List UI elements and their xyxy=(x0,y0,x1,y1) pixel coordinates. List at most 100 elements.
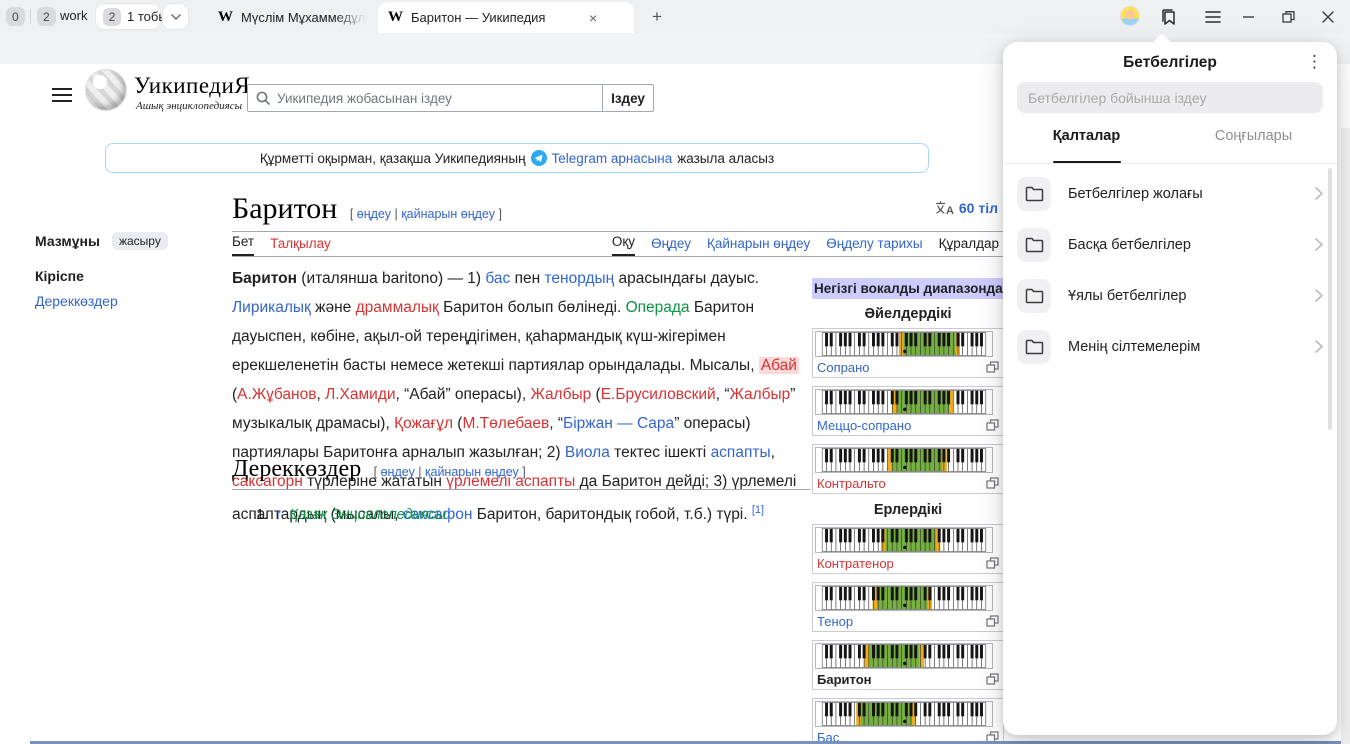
link-blue[interactable]: Біржан — Сара xyxy=(563,415,674,432)
link-red[interactable]: А.Жұбанов xyxy=(237,386,316,403)
toc-item-дереккөздер[interactable]: Дереккөздер xyxy=(35,293,205,309)
profile-avatar[interactable] xyxy=(1120,6,1140,26)
tab-group-zero[interactable]: 0 xyxy=(6,7,25,26)
bookmarks-folder-row[interactable]: Бетбелгілер жолағы xyxy=(1003,168,1337,219)
text-segment: Баритон, баритондық гобой, т.б.) түрі. xyxy=(472,506,751,523)
vocal-range-keyboard xyxy=(815,701,993,727)
wikipedia-globe-logo[interactable] xyxy=(86,70,126,110)
article-tab-құралдар[interactable]: Құралдар xyxy=(939,236,1012,256)
vocal-range-keyboard xyxy=(815,331,993,357)
wikipedia-wordmark[interactable]: УикипедиЯ xyxy=(134,73,250,99)
wiki-search-box[interactable] xyxy=(247,84,603,112)
section-edit-links: [ өңдеу | қайнарын өңдеу ] xyxy=(374,465,526,479)
bookmarks-toolbar-button[interactable] xyxy=(1158,6,1180,28)
popup-kebab-menu-icon[interactable]: ⋮ xyxy=(1306,52,1323,72)
browser-menu-button[interactable] xyxy=(1202,6,1224,28)
tab-group-active[interactable]: 2 1 тобы xyxy=(96,4,160,29)
folder-icon-box xyxy=(1017,279,1051,313)
toc-item-кіріспе[interactable]: Кіріспе xyxy=(35,268,205,284)
wiki-search-input[interactable] xyxy=(277,91,594,106)
article-tab-бет[interactable]: Бет xyxy=(232,234,254,256)
article-tab-талқылау[interactable]: Талқылау xyxy=(270,236,331,256)
voice-range-box: Меццо-сопрано xyxy=(812,386,1004,436)
voice-caption-row: Сопрано xyxy=(815,357,1001,375)
article-tab-өңделу-тарихы[interactable]: Өңделу тарихы xyxy=(826,236,922,256)
edit-link[interactable]: қайнарын өңдеу xyxy=(401,207,495,221)
folder-icon-box xyxy=(1017,330,1051,364)
enlarge-icon[interactable] xyxy=(986,477,999,489)
folder-icon xyxy=(1025,237,1044,253)
folder-icon-box xyxy=(1017,228,1051,262)
article-tabs-row: Бет Талқылау Оқу Өңдеу Қайнарын өңдеу Өңделу… xyxy=(232,233,1012,257)
toc-hide-button[interactable]: жасыру xyxy=(112,232,168,250)
article-tab-өңдеу[interactable]: Өңдеу xyxy=(651,236,691,256)
tab-group-work-label[interactable]: work xyxy=(60,8,87,23)
bookmarks-tab-қалталар[interactable]: Қалталар xyxy=(1003,128,1170,161)
bookmarks-folder-row[interactable]: Менің сілтемелерім xyxy=(1003,321,1337,372)
link-red[interactable]: Е.Брусиловский xyxy=(601,386,716,403)
text-segment: арасындағы дауыс. xyxy=(614,270,759,287)
enlarge-icon[interactable] xyxy=(986,419,999,431)
tab-muslim-mukhamedqyzy[interactable]: W Мүслім Мұхаммедұлы Ма xyxy=(208,2,376,33)
vocal-range-keyboard xyxy=(815,447,993,473)
bracket: [ xyxy=(350,207,357,221)
link-blue[interactable]: тенордың xyxy=(545,270,615,287)
voice-label-контральто[interactable]: Контральто xyxy=(817,476,886,491)
edit-link[interactable]: қайнарын өңдеу xyxy=(425,465,519,479)
reference-backlink-arrow[interactable]: ↑ xyxy=(272,507,285,523)
voice-caption-row: Баритон xyxy=(815,669,1001,687)
telegram-icon xyxy=(531,150,547,166)
tab-group-work-badge[interactable]: 2 xyxy=(37,7,56,26)
link-blue[interactable]: Лирикалық xyxy=(232,299,311,316)
bookmarks-folder-row[interactable]: Басқа бетбелгілер xyxy=(1003,219,1337,270)
link-red[interactable]: драммалық xyxy=(356,299,439,316)
tab-group-badge: 2 xyxy=(103,8,121,26)
pipe: | xyxy=(415,465,425,479)
language-selector-button[interactable]: A 60 тіл xyxy=(935,200,1012,216)
link-blue[interactable]: бас xyxy=(485,270,510,287)
page-scrollbar[interactable] xyxy=(1341,128,1350,744)
reference-link[interactable]: Қазақ Энциклопедиясы xyxy=(289,507,446,523)
link-red[interactable]: Жалбыр xyxy=(530,386,591,403)
bookmarks-search-input[interactable] xyxy=(1017,82,1323,113)
voice-range-box: Контратенор xyxy=(812,524,1004,574)
voice-label-тенор[interactable]: Тенор xyxy=(817,614,853,629)
popup-scrollbar-thumb[interactable] xyxy=(1328,168,1332,430)
wiki-search-button[interactable]: Іздеу xyxy=(602,84,654,112)
new-tab-button[interactable]: + xyxy=(646,6,668,28)
vocal-ranges-infobox: Негізгі вокалды диапазондар ӘйелдердікіС… xyxy=(812,278,1004,744)
enlarge-icon[interactable] xyxy=(986,361,999,373)
article-tab-қайнарын-өңдеу[interactable]: Қайнарын өңдеу xyxy=(707,236,810,256)
enlarge-icon[interactable] xyxy=(986,673,999,685)
link-redhl[interactable]: Абай xyxy=(759,357,799,374)
link-green[interactable]: Операда xyxy=(626,299,690,316)
telegram-channel-link[interactable]: Telegram арнасына xyxy=(552,151,673,166)
folder-icon-box xyxy=(1017,177,1051,211)
link-red[interactable]: Л.Хамиди xyxy=(325,386,395,403)
enlarge-icon[interactable] xyxy=(986,557,999,569)
edit-link[interactable]: өңдеу xyxy=(381,465,415,479)
window-minimize-button[interactable] xyxy=(1228,0,1268,33)
tab-group-chevron-button[interactable] xyxy=(163,4,188,29)
voice-label-контратенор[interactable]: Контратенор xyxy=(817,556,894,571)
window-restore-button[interactable] xyxy=(1268,0,1308,33)
bookmarks-folder-row[interactable]: Ұялы бетбелгілер xyxy=(1003,270,1337,321)
voice-caption-row: Меццо-сопрано xyxy=(815,415,1001,433)
link-red[interactable]: Қожағұл xyxy=(394,415,453,432)
edit-link[interactable]: өңдеу xyxy=(357,207,391,221)
browser-window: 0 2 work 2 1 тобы W Мүслім Мұхаммедұлы М… xyxy=(0,0,1350,744)
window-close-button[interactable] xyxy=(1308,0,1348,33)
voice-label-баритон: Баритон xyxy=(817,672,872,687)
voice-label-сопрано[interactable]: Сопрано xyxy=(817,360,870,375)
link-red[interactable]: М.Төлебаев xyxy=(462,415,549,432)
tab-close-icon[interactable]: × xyxy=(589,10,597,26)
enlarge-icon[interactable] xyxy=(986,615,999,627)
wiki-main-menu-button[interactable] xyxy=(52,88,72,102)
voice-label-меццо-сопрано[interactable]: Меццо-сопрано xyxy=(817,418,911,433)
tab-bariton-active[interactable]: W Баритон — Уикипедия × xyxy=(378,2,634,33)
link-red[interactable]: Жалбыр xyxy=(730,386,791,403)
bookmarks-tab-соңғылары[interactable]: Соңғылары xyxy=(1170,128,1337,161)
vocal-range-keyboard xyxy=(815,527,993,553)
reference-superscript[interactable]: [1] xyxy=(752,504,764,516)
article-tab-оқу[interactable]: Оқу xyxy=(612,234,635,256)
